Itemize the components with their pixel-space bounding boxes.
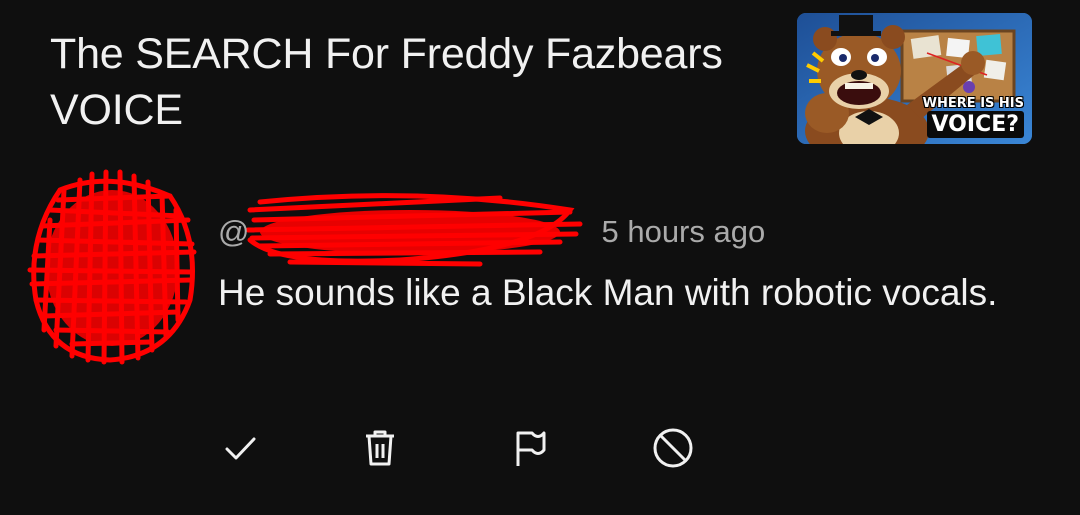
avatar-scribble-redaction (27, 169, 197, 365)
trash-icon (366, 430, 394, 466)
hide-user-button[interactable] (643, 418, 703, 478)
comment-handle-prefix[interactable]: @ (218, 214, 249, 249)
video-thumbnail[interactable]: WHERE IS HIS VOICE? (797, 13, 1032, 144)
thumbnail-caption-line2: VOICE? (926, 111, 1024, 138)
delete-button[interactable] (350, 418, 410, 478)
report-button[interactable] (500, 418, 560, 478)
comment-handle-redacted[interactable] (249, 222, 601, 242)
check-icon (225, 437, 256, 460)
thumbnail-caption-line1: WHERE IS HIS (922, 96, 1024, 111)
avatar-redacted[interactable] (20, 160, 200, 370)
block-icon (653, 428, 693, 468)
comment-text: He sounds like a Black Man with robotic … (218, 272, 998, 313)
thumbnail-caption: WHERE IS HIS VOICE? (923, 96, 1024, 138)
video-title[interactable]: The SEARCH For Freddy Fazbears VOICE (50, 26, 780, 138)
flag-icon (516, 431, 546, 466)
approve-button[interactable] (210, 418, 270, 478)
comment-timestamp: 5 hours ago (601, 214, 766, 249)
comment-author-line: @5 hours ago (218, 212, 765, 252)
